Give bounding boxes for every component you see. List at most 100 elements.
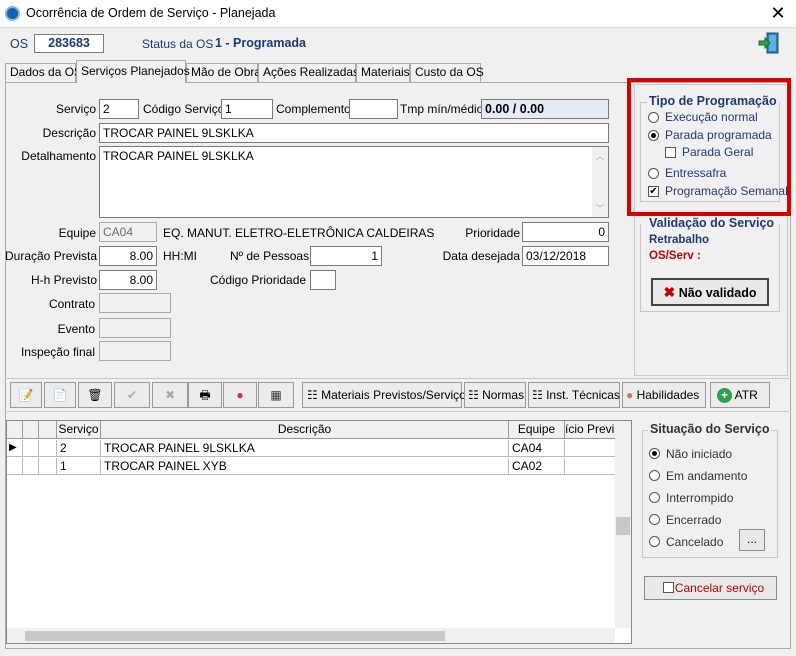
duracao-label: Duração Prevista xyxy=(5,249,98,263)
duracao-input[interactable]: 8.00 xyxy=(99,246,157,266)
printer-icon[interactable]: 🖶 xyxy=(188,382,222,408)
descricao-input[interactable]: TROCAR PAINEL 9LSKLKA xyxy=(99,123,609,143)
contrato-input[interactable] xyxy=(99,293,171,313)
table-row-equipe[interactable]: CA02 xyxy=(509,458,565,475)
tab-mao-de-obra[interactable]: Mão de Obra xyxy=(186,63,261,82)
radio-nao-iniciado[interactable] xyxy=(649,448,660,459)
table-row-descricao[interactable]: TROCAR PAINEL XYB xyxy=(101,458,509,475)
data-desejada-input[interactable]: 03/12/2018 xyxy=(522,246,609,266)
cancelar-servico-button[interactable]: Cancelar serviço xyxy=(644,576,777,600)
table-row-descricao[interactable]: TROCAR PAINEL 9LSKLKA xyxy=(101,440,509,457)
tab-servicos-planejados[interactable]: Serviços Planejados xyxy=(76,60,190,83)
grid-icon[interactable]: ▦ xyxy=(258,382,294,408)
servico-input[interactable]: 2 xyxy=(99,99,139,119)
table-row-cell xyxy=(7,458,23,475)
table-row-servico[interactable]: 2 xyxy=(57,440,101,457)
hh-input[interactable]: 8.00 xyxy=(99,270,157,290)
pessoas-label: Nº de Pessoas xyxy=(230,249,310,263)
codigo-prioridade-label: Código Prioridade xyxy=(210,273,307,287)
detalhamento-scrollbar[interactable]: ︿ ﹀ xyxy=(592,147,608,217)
users-icon[interactable]: ● xyxy=(223,382,257,408)
interrompido-label: Interrompido xyxy=(666,491,734,505)
table-row-servico[interactable]: 1 xyxy=(57,458,101,475)
status-value: 1 - Programada xyxy=(215,36,307,50)
check-icon[interactable]: ✔ xyxy=(114,382,150,408)
tab-custo-da-os[interactable]: Custo da OS xyxy=(410,63,484,82)
cancelar-checkbox[interactable] xyxy=(663,582,674,593)
hh-label: H-h Previsto xyxy=(30,273,97,287)
radio-em-andamento[interactable] xyxy=(649,470,660,481)
pessoas-input[interactable]: 1 xyxy=(310,246,382,266)
codigo-servico-input[interactable]: 1 xyxy=(221,99,273,119)
edit-doc-icon[interactable]: 📝 xyxy=(10,382,42,408)
os-serv-label: OS/Serv : xyxy=(649,250,701,262)
retrabalho-label: Retrabalho xyxy=(649,234,710,246)
equipe-input[interactable]: CA04 xyxy=(99,222,157,242)
cancelado-ellipsis-button[interactable]: ... xyxy=(739,529,765,551)
normas-button[interactable]: ☷ Normas xyxy=(464,382,526,408)
codigo-prioridade-input[interactable] xyxy=(310,270,336,290)
list-icon: ☷ xyxy=(468,388,483,402)
radio-interrompido[interactable] xyxy=(649,492,660,503)
grid-hscroll-thumb[interactable] xyxy=(25,631,445,641)
grid-horizontal-scrollbar[interactable] xyxy=(7,628,615,643)
contrato-label: Contrato xyxy=(48,297,95,311)
services-grid[interactable]: Serviço Descrição Equipe ício Previs ▶ 2… xyxy=(6,420,632,644)
cancelado-label: Cancelado xyxy=(666,535,724,549)
os-number: 283683 xyxy=(34,34,104,53)
x-icon: ✖ xyxy=(663,284,676,300)
em-andamento-label: Em andamento xyxy=(666,469,748,483)
table-row-cell xyxy=(39,458,57,475)
table-row-equipe[interactable]: CA04 xyxy=(509,440,565,457)
grid-header-descricao[interactable]: Descrição xyxy=(101,421,509,439)
app-icon xyxy=(5,6,20,21)
tab-dados-da-os[interactable]: Dados da OS xyxy=(5,63,82,82)
detalhamento-textarea[interactable]: TROCAR PAINEL 9LSKLKA xyxy=(99,146,609,218)
inst-tecnicas-button[interactable]: ☷ Inst. Técnicas xyxy=(528,382,620,408)
new-doc-icon[interactable]: 📄 xyxy=(44,382,76,408)
evento-label: Evento xyxy=(57,322,95,336)
tmp-value: 0.00 / 0.00 xyxy=(481,99,609,119)
nao-validado-button[interactable]: ✖ Não validado xyxy=(651,278,769,306)
tab-acoes-realizadas[interactable]: Ações Realizadas xyxy=(258,63,359,82)
cancel-icon[interactable]: ✖ xyxy=(152,382,188,408)
encerrado-label: Encerrado xyxy=(666,513,722,527)
os-label: OS xyxy=(10,37,29,51)
detalhamento-text: TROCAR PAINEL 9LSKLKA xyxy=(103,149,254,163)
grid-vscroll-thumb[interactable] xyxy=(616,517,630,535)
radio-encerrado[interactable] xyxy=(649,514,660,525)
grid-vertical-scrollbar[interactable] xyxy=(615,421,631,628)
close-icon[interactable]: ✕ xyxy=(766,2,790,24)
trash-icon[interactable]: 🗑 xyxy=(78,382,112,408)
inspecao-input[interactable] xyxy=(99,341,171,361)
scroll-up-icon[interactable]: ︿ xyxy=(596,151,604,162)
tmp-label: Tmp mín/médio xyxy=(400,102,484,116)
row-pointer-icon: ▶ xyxy=(7,440,23,457)
table-row-cell xyxy=(23,458,39,475)
descricao-label: Descrição xyxy=(42,126,96,140)
grid-header-servico[interactable]: Serviço xyxy=(57,421,101,439)
complemento-input[interactable] xyxy=(349,99,398,119)
habilidades-button[interactable]: ● Habilidades xyxy=(622,382,706,408)
situacao-title: Situação do Serviço xyxy=(648,422,772,436)
equipe-label: Equipe xyxy=(58,226,96,240)
tab-materiais[interactable]: Materiais xyxy=(356,63,410,82)
grid-header-equipe[interactable]: Equipe xyxy=(509,421,565,439)
exit-door-icon[interactable] xyxy=(757,31,781,55)
prioridade-input[interactable]: 0 xyxy=(522,222,609,242)
radio-cancelado[interactable] xyxy=(649,536,660,547)
atr-button[interactable]: + ATR xyxy=(710,382,770,408)
table-row-inicio[interactable] xyxy=(565,440,617,457)
inspecao-label: Inspeção final xyxy=(20,345,95,359)
grid-header-inicio-previsto[interactable]: ício Previs xyxy=(565,421,617,439)
grid-header-blank xyxy=(23,421,39,439)
scroll-down-icon[interactable]: ﹀ xyxy=(596,203,604,214)
complemento-label: Complemento xyxy=(276,102,351,116)
table-row-inicio[interactable] xyxy=(565,458,617,475)
evento-input[interactable] xyxy=(99,318,171,338)
materiais-button[interactable]: ☷ Materiais Previstos/Serviços xyxy=(302,382,472,408)
grid-header-blank2 xyxy=(39,421,57,439)
prioridade-label: Prioridade xyxy=(465,226,520,240)
nao-validado-label: Não validado xyxy=(678,286,757,300)
servico-label: Serviço xyxy=(55,102,96,116)
